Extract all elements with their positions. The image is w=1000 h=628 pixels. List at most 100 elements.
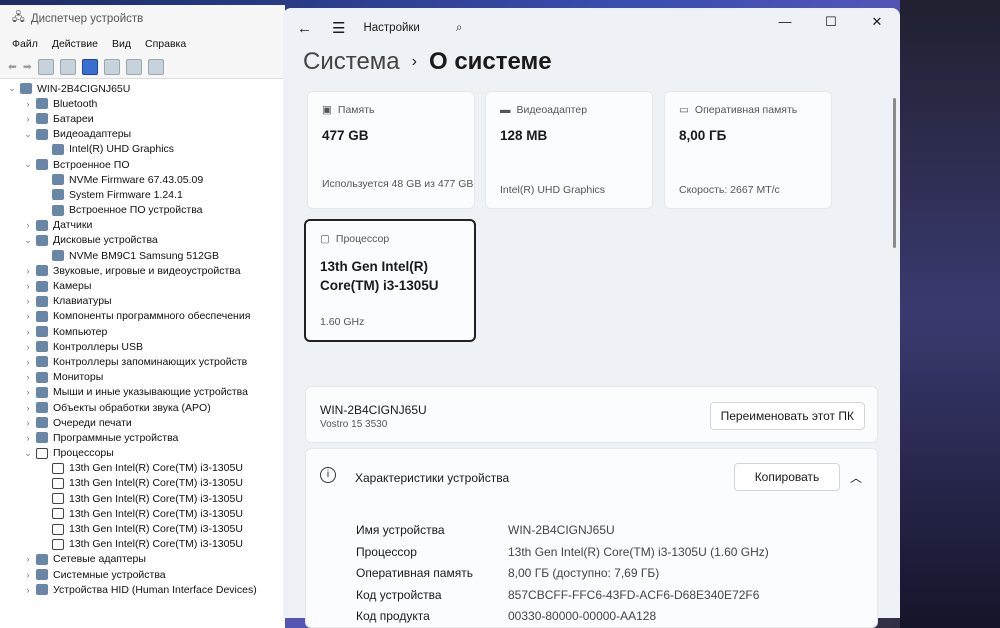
device-icon bbox=[36, 356, 48, 368]
expand-toggle-icon[interactable]: › bbox=[22, 418, 34, 428]
tree-item[interactable]: NVMe BM9C1 Samsung 512GB bbox=[0, 248, 285, 263]
tree-item[interactable]: › Камеры bbox=[0, 278, 285, 293]
maximize-button[interactable]: ☐ bbox=[808, 8, 854, 36]
expand-toggle-icon[interactable]: › bbox=[22, 585, 34, 595]
back-icon[interactable]: ← bbox=[297, 20, 312, 37]
tree-item[interactable]: › Программные устройства bbox=[0, 430, 285, 445]
expand-toggle-icon[interactable]: ⌄ bbox=[22, 235, 34, 246]
tree-item[interactable]: ⌄ WIN-2B4CIGNJ65U bbox=[0, 81, 285, 96]
menu-help[interactable]: Справка bbox=[145, 38, 186, 50]
gpu-card[interactable]: ▬ Видеоадаптер 128 MB Intel(R) UHD Graphi… bbox=[485, 91, 653, 209]
tree-item[interactable]: ⌄ Видеоадаптеры bbox=[0, 127, 285, 142]
menu-file[interactable]: Файл bbox=[12, 38, 38, 50]
tree-item[interactable]: Intel(R) UHD Graphics bbox=[0, 142, 285, 157]
tree-item[interactable]: System Firmware 1.24.1 bbox=[0, 187, 285, 202]
expand-toggle-icon[interactable]: › bbox=[22, 99, 34, 109]
expand-toggle-icon[interactable]: › bbox=[22, 220, 34, 230]
info-icon: i bbox=[320, 467, 336, 483]
spec-key: Оперативная память bbox=[356, 566, 473, 580]
tree-item[interactable]: 13th Gen Intel(R) Core(TM) i3-1305U bbox=[0, 476, 285, 491]
page-title: О системе bbox=[428, 48, 552, 75]
breadcrumb-system[interactable]: Система bbox=[303, 48, 400, 76]
expand-toggle-icon[interactable]: › bbox=[22, 114, 34, 124]
tree-item[interactable]: › Bluetooth bbox=[0, 96, 285, 111]
card-label: Память bbox=[337, 104, 375, 116]
tree-item-label: Очереди печати bbox=[53, 416, 132, 429]
tree-item[interactable]: › Звуковые, игровые и видеоустройства bbox=[0, 263, 285, 278]
rename-pc-button[interactable]: Переименовать этот ПК bbox=[709, 402, 865, 430]
tree-item[interactable]: › Мониторы bbox=[0, 370, 285, 385]
tree-item[interactable]: › Батареи bbox=[0, 111, 285, 126]
chevron-up-icon[interactable]: ︿ bbox=[850, 469, 862, 486]
tree-item[interactable]: › Системные устройства bbox=[0, 567, 285, 582]
tree-item[interactable]: 13th Gen Intel(R) Core(TM) i3-1305U bbox=[0, 506, 285, 521]
tree-item-label: Клавиатуры bbox=[53, 295, 112, 308]
tree-item[interactable]: › Сетевые адаптеры bbox=[0, 552, 285, 567]
scan-hardware-icon[interactable] bbox=[125, 58, 142, 75]
tree-item[interactable]: ⌄ Процессоры bbox=[0, 446, 285, 461]
menu-view[interactable]: Вид bbox=[112, 38, 131, 50]
expand-toggle-icon[interactable]: › bbox=[22, 554, 34, 564]
expand-toggle-icon[interactable]: ⌄ bbox=[22, 159, 34, 170]
minimize-button[interactable]: — bbox=[762, 8, 808, 36]
tree-item[interactable]: › Компоненты программного обеспечения bbox=[0, 309, 285, 324]
expand-toggle-icon[interactable]: › bbox=[22, 296, 34, 306]
tree-item[interactable]: › Мыши и иные указывающие устройства bbox=[0, 385, 285, 400]
tree-item[interactable]: 13th Gen Intel(R) Core(TM) i3-1305U bbox=[0, 461, 285, 476]
tree-item[interactable]: Встроенное ПО устройства bbox=[0, 203, 285, 218]
window-title: Диспетчер устройств bbox=[30, 13, 144, 25]
tree-item[interactable]: › Контроллеры запоминающих устройств bbox=[0, 354, 285, 369]
expand-toggle-icon[interactable]: ⌄ bbox=[22, 129, 34, 140]
expand-toggle-icon[interactable]: › bbox=[22, 433, 34, 443]
expand-toggle-icon[interactable]: › bbox=[22, 266, 34, 276]
show-hidden-icon[interactable] bbox=[103, 58, 120, 75]
tree-item-label: Контроллеры запоминающих устройств bbox=[53, 355, 248, 368]
menu-icon[interactable]: ☰ bbox=[332, 19, 345, 37]
expand-toggle-icon[interactable]: › bbox=[22, 372, 34, 382]
tree-item[interactable]: › Клавиатуры bbox=[0, 294, 285, 309]
tree-item[interactable]: 13th Gen Intel(R) Core(TM) i3-1305U bbox=[0, 491, 285, 506]
close-button[interactable]: ✕ bbox=[854, 8, 900, 36]
copy-button[interactable]: Копировать bbox=[734, 463, 840, 491]
processor-icon bbox=[52, 523, 64, 535]
expand-toggle-icon[interactable]: › bbox=[22, 387, 34, 397]
tree-item[interactable]: › Объекты обработки звука (APO) bbox=[0, 400, 285, 415]
expand-toggle-icon[interactable]: › bbox=[22, 570, 34, 580]
tree-item[interactable]: ⌄ Дисковые устройства bbox=[0, 233, 285, 248]
tree-item[interactable]: › Устройства HID (Human Interface Devices… bbox=[0, 582, 285, 597]
expand-toggle-icon[interactable]: ⌄ bbox=[6, 83, 18, 94]
tree-item[interactable]: 13th Gen Intel(R) Core(TM) i3-1305U bbox=[0, 521, 285, 536]
update-driver-icon[interactable] bbox=[59, 58, 76, 75]
expand-toggle-icon[interactable]: › bbox=[22, 281, 34, 291]
expand-toggle-icon[interactable]: › bbox=[22, 342, 34, 352]
search-icon[interactable]: ⌕ bbox=[456, 22, 462, 35]
menu-action[interactable]: Действие bbox=[52, 38, 98, 50]
device-icon bbox=[36, 295, 48, 307]
scrollbar[interactable] bbox=[893, 98, 896, 248]
device-tree: ⌄ WIN-2B4CIGNJ65U › Bluetooth › Батареи ⌄ Видео… bbox=[0, 79, 285, 597]
storage-card[interactable]: ▣ Память 477 GB Используется 48 GB из 477… bbox=[307, 91, 475, 209]
expand-toggle-icon[interactable]: › bbox=[22, 327, 34, 337]
tree-item[interactable]: ⌄ Встроенное ПО bbox=[0, 157, 285, 172]
device-manager-window: 🖧 Диспетчер устройств Файл Действие Вид С… bbox=[0, 5, 285, 628]
help-icon[interactable] bbox=[81, 58, 98, 75]
properties-icon[interactable] bbox=[37, 58, 54, 75]
tree-item[interactable]: › Датчики bbox=[0, 218, 285, 233]
processor-card[interactable]: ▢ Процессор 13th Gen Intel(R) Core(TM) i3… bbox=[304, 219, 476, 342]
tree-item[interactable]: › Очереди печати bbox=[0, 415, 285, 430]
tree-item[interactable]: 13th Gen Intel(R) Core(TM) i3-1305U bbox=[0, 537, 285, 552]
monitor-icon[interactable] bbox=[147, 58, 164, 75]
expand-toggle-icon[interactable]: › bbox=[22, 403, 34, 413]
tree-item[interactable]: › Контроллеры USB bbox=[0, 339, 285, 354]
expand-toggle-icon[interactable]: ⌄ bbox=[22, 448, 34, 459]
tree-item[interactable]: NVMe Firmware 67.43.05.09 bbox=[0, 172, 285, 187]
expand-toggle-icon[interactable]: › bbox=[22, 357, 34, 367]
desktop-right bbox=[900, 0, 1000, 628]
card-sub: Используется 48 GB из 477 GB bbox=[322, 178, 474, 190]
spec-value: 13th Gen Intel(R) Core(TM) i3-1305U (1.6… bbox=[508, 544, 769, 559]
expand-toggle-icon[interactable]: › bbox=[22, 311, 34, 321]
forward-icon[interactable]: ➡ bbox=[23, 61, 32, 73]
tree-item[interactable]: › Компьютер bbox=[0, 324, 285, 339]
ram-card[interactable]: ▭ Оперативная память 8,00 ГБ Скорость: 26… bbox=[664, 91, 832, 209]
back-icon[interactable]: ⬅ bbox=[8, 61, 17, 73]
